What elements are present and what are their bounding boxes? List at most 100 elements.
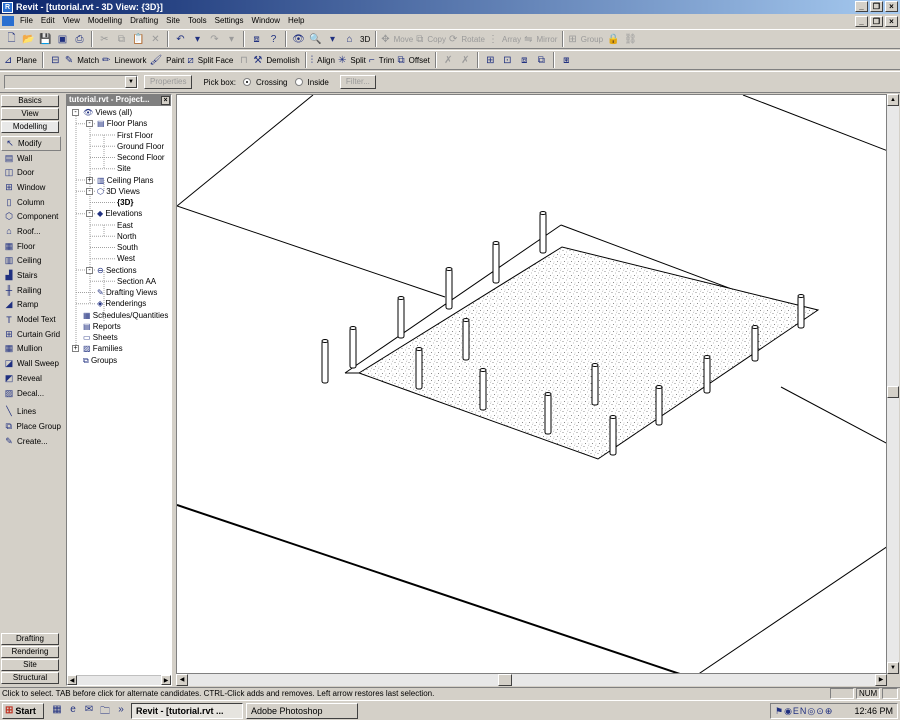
redo-icon[interactable]: ↷ [207,32,222,47]
tool-ramp[interactable]: ◢ Ramp [1,298,61,313]
tool-create[interactable]: ✎ Create... [1,434,61,449]
crossing-radio[interactable] [242,78,251,86]
collapse-icon[interactable]: - [86,266,93,274]
new-file-icon[interactable]: 🗋 [4,32,19,47]
tree-node-drafting-views[interactable]: ✎ Drafting Views [97,287,157,298]
tree-node-first-floor[interactable]: First Floor [117,130,153,141]
tree-node-elevations[interactable]: ◆ Elevations [97,208,142,219]
tree-node-3d-views[interactable]: ⬡ 3D Views [97,186,140,197]
copy-monitor-icon[interactable]: ⊞ [483,53,498,68]
pin-icon[interactable]: ✗ [441,53,456,68]
3d-view-canvas[interactable] [176,94,887,674]
explorer-icon[interactable]: 🗀 [98,704,112,718]
tree-node-renderings[interactable]: ◈ Renderings [97,298,146,309]
structural-column[interactable] [321,339,329,384]
tree-node-second-floor[interactable]: Second Floor [117,152,165,163]
photoshop-task-button[interactable]: Adobe Photoshop [246,702,358,719]
menu-drafting[interactable]: Drafting [126,14,162,28]
tool-window[interactable]: ⊞ Window [1,180,61,195]
tree-node-sheets[interactable]: ▭ Sheets [83,332,118,343]
tree-node-ceiling-plans[interactable]: ▥ Ceiling Plans [97,175,153,186]
tool-component[interactable]: ⬡ Component [1,209,61,224]
tool-floor[interactable]: ▦ Floor [1,239,61,254]
tool-model-text[interactable]: T Model Text [1,312,61,327]
menu-edit[interactable]: Edit [37,14,59,28]
structural-column[interactable] [492,241,500,284]
tool-door[interactable]: ◫ Door [1,165,61,180]
undo-icon[interactable]: ↶ [173,32,188,47]
structural-column[interactable] [655,385,663,426]
move-button[interactable]: Move [393,35,415,44]
linework-button[interactable]: Linework [113,56,147,65]
coordination-review-icon[interactable]: ⊡ [500,53,515,68]
scroll-left-icon[interactable]: ◀ [67,675,77,685]
revit-app-icon[interactable]: R [2,1,13,13]
minimize-button[interactable]: _ [855,1,868,12]
unpin-icon[interactable]: ✗ [458,53,473,68]
menu-window[interactable]: Window [248,14,284,28]
tool-reveal[interactable]: ◩ Reveal [1,371,61,386]
align-button[interactable]: Align [316,56,336,65]
close-icon[interactable]: × [161,96,170,105]
document-system-icon[interactable] [2,16,14,26]
vertical-scrollbar[interactable]: ▲ ▼ [887,94,899,674]
menu-view[interactable]: View [59,14,84,28]
collapse-icon[interactable]: - [86,210,93,218]
tool-place-group[interactable]: ⧉ Place Group [1,419,61,434]
inside-radio[interactable] [294,78,303,86]
tree-node-section-aa[interactable]: Section AA [117,276,156,287]
structural-column[interactable] [415,347,423,390]
doc-minimize-button[interactable]: _ [855,16,868,27]
tree-node-views-all[interactable]: 👁 Views (all) [83,107,132,118]
copy-button[interactable]: Copy [426,35,447,44]
structural-column[interactable] [462,318,470,361]
offset-button[interactable]: Offset [408,56,431,65]
paint-button[interactable]: Paint [165,56,185,65]
tool-column[interactable]: ▯ Column [1,195,61,210]
structural-column[interactable] [544,392,552,435]
dimension-icon[interactable]: ⊟ [48,53,63,68]
design-tab-view[interactable]: View [1,108,59,120]
scroll-thumb[interactable] [498,674,512,686]
type-selector[interactable]: ▼ [4,75,138,89]
tray-icons[interactable]: ⚑◉EN◎⊙⊕ [775,706,833,717]
tool-wall[interactable]: ▤ Wall [1,151,61,166]
tree-node-families[interactable]: ▨ Families [83,343,123,354]
collapse-icon[interactable]: - [86,187,93,195]
group-button[interactable]: Group [580,35,604,44]
tree-node-west[interactable]: West [117,253,135,264]
view-visibility-icon[interactable]: 👁 [291,32,306,47]
tree-node-groups[interactable]: ⧉ Groups [83,355,117,366]
design-tab-basics[interactable]: Basics [1,95,59,107]
tree-node-south[interactable]: South [117,242,138,253]
menu-site[interactable]: Site [162,14,184,28]
horizontal-scrollbar[interactable]: ◀ ▶ [67,675,171,685]
scroll-right-icon[interactable]: ▶ [875,674,887,686]
properties-button[interactable]: Properties [144,75,193,89]
copy-icon[interactable]: ⧉ [114,32,129,47]
scroll-down-icon[interactable]: ▼ [887,662,899,674]
floor-slab[interactable] [357,246,820,460]
structural-column[interactable] [539,211,547,254]
open-folder-icon[interactable]: 📂 [21,32,36,47]
design-tab-structural[interactable]: Structural [1,672,59,684]
tree-node-north[interactable]: North [117,231,137,242]
save-icon[interactable]: 💾 [38,32,53,47]
structural-column[interactable] [349,326,357,369]
split-face-button[interactable]: Split Face [197,56,235,65]
tool-roof[interactable]: ⌂ Roof... [1,224,61,239]
tree-node-3d[interactable]: {3D} [117,197,133,208]
restore-button[interactable]: ❐ [870,1,883,12]
tree-node-ground-floor[interactable]: Ground Floor [117,141,164,152]
scroll-up-icon[interactable]: ▲ [887,94,899,106]
paste-icon[interactable]: 📋 [131,32,146,47]
redo-dropdown-icon[interactable]: ▾ [224,32,239,47]
menu-settings[interactable]: Settings [211,14,248,28]
design-tab-drafting[interactable]: Drafting [1,633,59,645]
trim-button[interactable]: Trim [378,56,396,65]
tag-all-icon[interactable]: ⧆ [559,53,574,68]
tree-node-floor-plans[interactable]: ▤ Floor Plans [97,118,147,129]
tree-node-sections[interactable]: ⊖ Sections [97,265,137,276]
expand-icon[interactable]: + [86,176,93,184]
outlook-icon[interactable]: ✉ [82,704,96,718]
